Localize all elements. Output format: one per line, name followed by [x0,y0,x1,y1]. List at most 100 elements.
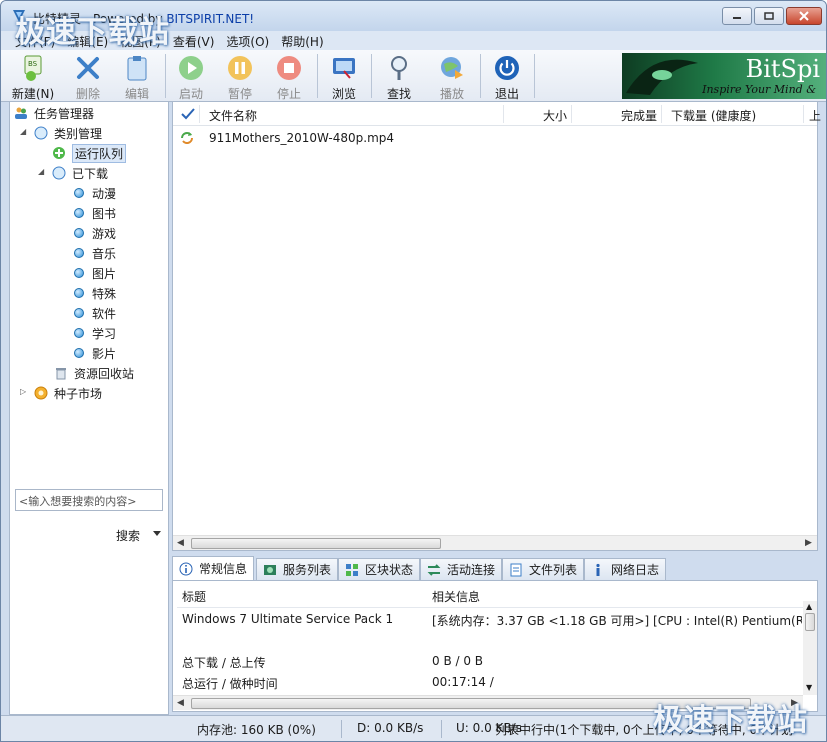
close-button[interactable] [786,7,822,25]
find-button[interactable]: 查找 [375,52,423,101]
column-header-size[interactable]: 大小 [543,107,567,124]
eye-logo-icon [626,59,698,95]
tree-child-study[interactable]: 学习 [74,324,116,342]
tab-network-log[interactable]: 网络日志 [584,558,667,580]
minimize-button[interactable] [722,7,752,25]
find-label: 查找 [386,87,411,101]
chevron-down-icon[interactable] [153,531,161,536]
status-memory: 内存池: 160 KB (0%) [197,723,316,737]
tree-root-label: 任务管理器 [34,106,95,121]
play-button[interactable]: 播放 [428,52,476,101]
file-list-header: 文件名称 大小 完成量 下载量 (健康度) 上 [173,102,821,126]
banner-subtitle: Inspire Your Mind & [702,83,816,96]
column-header-done[interactable]: 完成量 [621,107,657,124]
pause-button[interactable]: 暂停 [216,52,264,101]
category-dot-icon [74,228,84,238]
tree-category-management[interactable]: 类别管理 [34,124,102,142]
tree-child-music[interactable]: 音乐 [74,244,116,262]
browse-monitor-icon [333,58,355,79]
tab-label: 服务列表 [283,563,332,577]
menu-look[interactable]: 查看(V) [167,31,221,50]
tab-services[interactable]: 服务列表 [256,558,339,580]
category-dot-icon [74,308,84,318]
column-header-upload[interactable]: 上 [809,107,821,124]
info-icon [179,562,193,575]
tab-file-list[interactable]: 文件列表 [502,558,585,580]
tree-downloaded[interactable]: 已下载 [52,164,108,182]
column-header-filename[interactable]: 文件名称 [209,107,257,124]
search-input[interactable]: <输入想要搜索的内容> [15,489,163,511]
new-button[interactable]: BS 新建(N) [9,52,57,101]
tree-child-special[interactable]: 特殊 [74,284,116,302]
edit-button[interactable]: 编辑 [113,52,161,101]
browse-button[interactable]: 浏览 [320,52,368,101]
category-dot-icon [74,248,84,258]
tree-child-label: 学习 [92,326,117,341]
stop-button[interactable]: 停止 [265,52,313,101]
scroll-left-icon[interactable]: ◀ [177,538,184,548]
collapse-arrow-icon[interactable]: ◢ [20,128,28,136]
info-vertical-scrollbar[interactable]: ▲ ▼ [803,601,817,695]
tree-child-software[interactable]: 软件 [74,304,116,322]
start-button[interactable]: 启动 [167,52,215,101]
tree-child-label: 音乐 [92,246,117,261]
column-header-downloaded[interactable]: 下载量 (健康度) [671,107,756,124]
menu-options[interactable]: 选项(O) [220,31,275,50]
tree-running-queue[interactable]: 运行队列 [52,143,127,163]
tree-seed-market[interactable]: 种子市场 [34,384,102,402]
search-button[interactable]: 搜索 [116,527,140,544]
toolbar-separator [165,54,166,98]
tree-root-task-manager[interactable]: 任务管理器 [14,104,94,122]
scroll-down-icon[interactable]: ▼ [806,683,812,692]
tab-active-connections[interactable]: 活动连接 [420,558,503,580]
scroll-up-icon[interactable]: ▲ [806,602,812,611]
info-row-value: 00:17:14 / [432,675,494,689]
tree-child-anime[interactable]: 动漫 [74,184,116,202]
file-list-horizontal-scrollbar[interactable]: ◀ ▶ [173,535,817,550]
tree-running-label: 运行队列 [72,143,127,163]
title-domain: BITSPIRIT.NET! [166,12,255,26]
power-icon [495,56,519,80]
tab-label: 区块状态 [365,563,414,577]
tree-child-games[interactable]: 游戏 [74,224,116,242]
watermark-top-left: 极速下载站 [15,15,170,50]
toolbar-separator [534,54,535,98]
scroll-left-icon[interactable]: ◀ [177,698,184,708]
window-controls [722,7,822,25]
seed-market-icon [34,386,48,400]
close-icon [799,11,809,21]
tree-child-movies[interactable]: 影片 [74,344,116,362]
delete-button[interactable]: 删除 [64,52,112,101]
scrollbar-thumb[interactable] [805,613,815,631]
detail-tabs: 常规信息 服务列表 区块状态 活动连接 文件列表 网络日志 [172,556,818,580]
menu-help[interactable]: 帮助(H) [275,31,329,50]
tree-child-label: 动漫 [92,186,117,201]
file-row[interactable]: 911Mothers_2010W-480p.mp4 [173,128,817,148]
toolbar-separator [371,54,372,98]
tree-recycle-bin[interactable]: 资源回收站 [54,364,134,382]
exit-button[interactable]: 退出 [483,52,531,101]
scroll-right-icon[interactable]: ▶ [805,538,812,548]
tree-child-pictures[interactable]: 图片 [74,264,116,282]
tree-child-books[interactable]: 图书 [74,204,116,222]
running-queue-icon [53,147,65,159]
scrollbar-thumb[interactable] [191,538,441,549]
bitspirit-banner[interactable]: BitSpi Inspire Your Mind & [622,53,826,99]
play-circle-icon [179,56,203,80]
expand-arrow-icon[interactable]: ▷ [20,388,28,396]
maximize-button[interactable] [754,7,784,25]
play-globe-icon [441,57,463,79]
users-icon [15,107,27,119]
tree-seed-market-label: 种子市场 [54,386,103,401]
tab-block-status[interactable]: 区块状态 [338,558,421,580]
tab-general-info[interactable]: 常规信息 [172,556,255,580]
status-divider [441,720,442,738]
general-info-panel: 标题 相关信息 Windows 7 Ultimate Service Pack … [172,580,818,712]
tree-child-label: 影片 [92,346,117,361]
maximize-icon [764,12,774,20]
category-globe-icon [34,126,48,140]
checkmark-icon[interactable] [181,108,195,120]
tree-downloaded-label: 已下载 [72,166,109,181]
collapse-arrow-icon[interactable]: ◢ [38,168,46,176]
tree-child-label: 软件 [92,306,117,321]
